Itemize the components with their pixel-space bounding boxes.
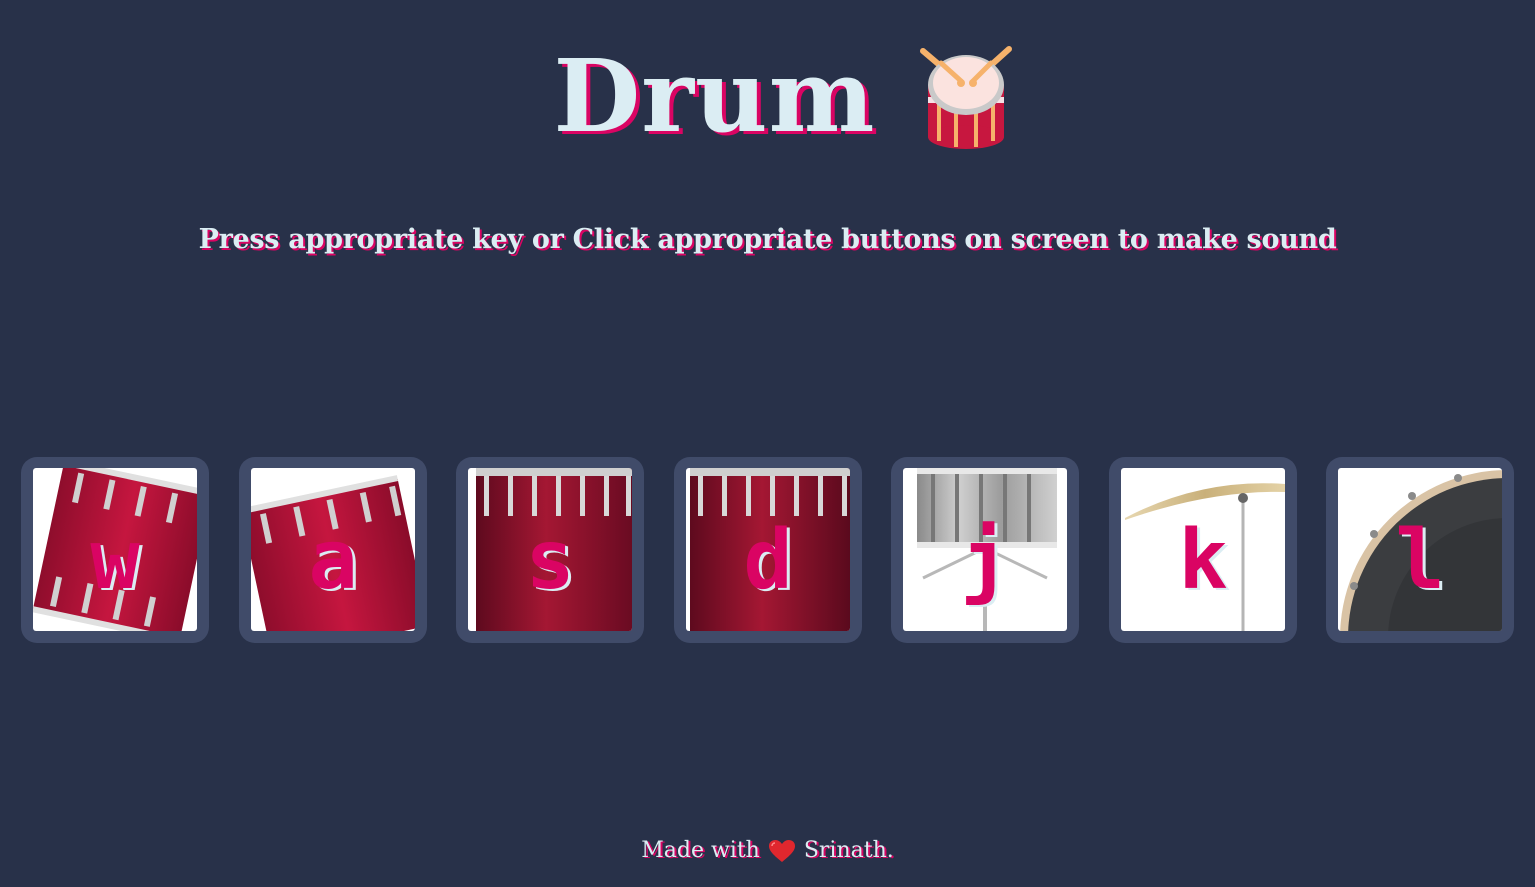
pad-key-label: a [308, 513, 358, 608]
drum-pad-l[interactable]: l [1326, 457, 1514, 643]
pad-key-label: w [90, 513, 140, 608]
heart-icon [768, 839, 795, 862]
drum-icon [920, 46, 1013, 149]
pad-key-label: j [960, 513, 1010, 608]
drum-pads: w a s d j k l [21, 457, 1514, 644]
pad-key-label: l [1395, 513, 1445, 608]
footer-author: Srinath. [803, 838, 894, 863]
drum-pad-j[interactable]: j [891, 457, 1079, 643]
pad-key-label: k [1178, 513, 1228, 608]
app-header: Drum [0, 36, 1535, 156]
drum-pad-d[interactable]: d [674, 457, 862, 643]
drum-pad-a[interactable]: a [239, 457, 427, 643]
drum-pad-w[interactable]: w [21, 457, 209, 643]
pad-key-label: s [525, 513, 575, 608]
footer-made-with: Made with [641, 838, 760, 863]
drum-pad-s[interactable]: s [456, 457, 644, 643]
footer: Made with Srinath. [0, 838, 1535, 863]
instructions-text: Press appropriate key or Click appropria… [198, 224, 1337, 255]
pad-key-label: d [743, 513, 793, 608]
page-title: Drum [553, 37, 876, 155]
drum-pad-k[interactable]: k [1109, 457, 1297, 643]
